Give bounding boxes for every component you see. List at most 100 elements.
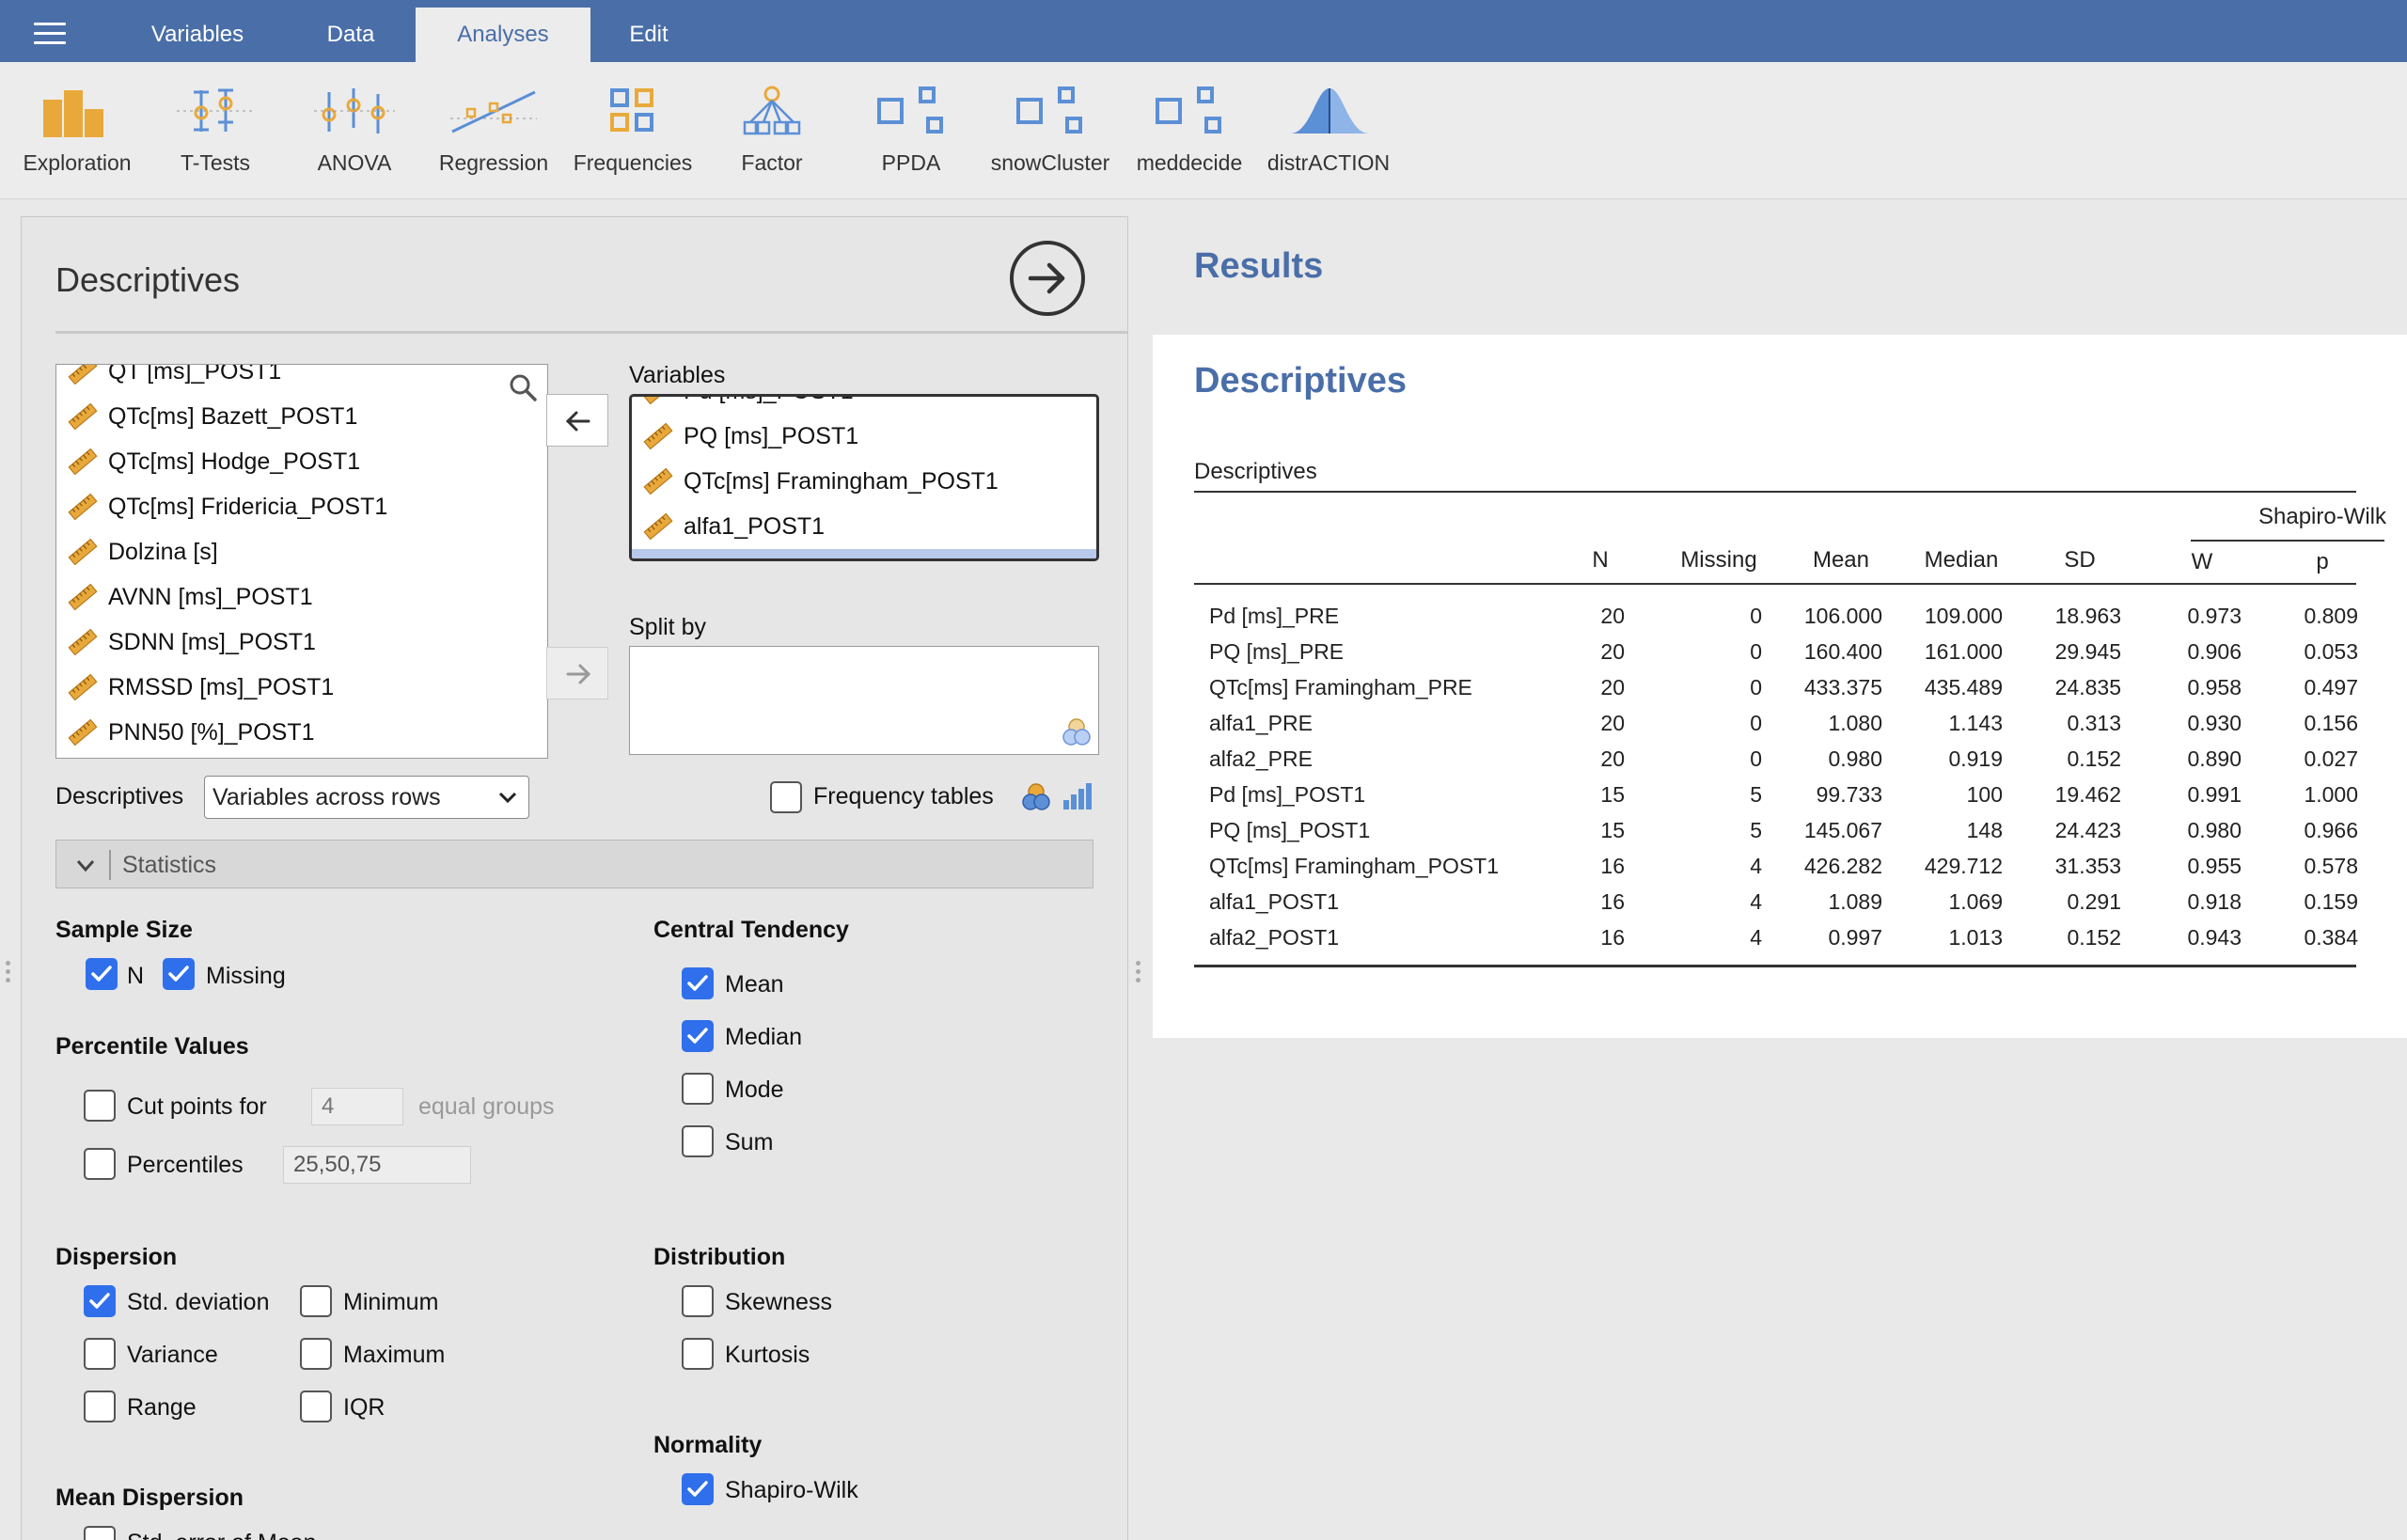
group-header-rule [2191, 540, 2384, 542]
tab-data[interactable]: Data [282, 8, 419, 62]
equal-groups-label: equal groups [418, 1093, 555, 1120]
row-label: PQ [ms]_PRE [1209, 639, 1345, 664]
table-cell: 0.159 [2304, 889, 2358, 914]
checkmark-icon [687, 1028, 708, 1044]
snowcluster-button[interactable]: snowCluster [980, 85, 1121, 179]
descriptives-layout-select[interactable]: Variables across rows [204, 776, 529, 819]
table-cell: 0.966 [2304, 818, 2358, 842]
variable-list-item[interactable]: QTc[ms] Hodge_POST1 [56, 439, 547, 484]
table-cell: 0.384 [2304, 925, 2358, 950]
table-cell: 0.809 [2304, 604, 2358, 628]
percentiles-input[interactable]: 25,50,75 [283, 1146, 471, 1184]
table-cell: 0.027 [2304, 746, 2358, 771]
std-deviation-checkbox[interactable] [84, 1285, 116, 1317]
row-label: alfa1_POST1 [1209, 889, 1340, 914]
run-analysis-button[interactable] [1010, 241, 1085, 316]
variable-name: QTc[ms] Bazett_POST1 [108, 403, 358, 430]
cut-points-checkbox[interactable] [84, 1090, 116, 1122]
search-icon[interactable] [508, 372, 538, 402]
t-tests-icon [177, 88, 254, 132]
column-header: SD [2064, 547, 2096, 573]
column-header: Missing [1680, 547, 1757, 573]
mean-checkbox[interactable] [682, 967, 714, 999]
bar-chart-icon [1063, 783, 1092, 809]
panel-title: Descriptives [55, 260, 241, 299]
checkmark-icon [687, 1481, 708, 1497]
regression-button[interactable]: Regression [423, 85, 564, 179]
t-tests-button[interactable]: T-Tests [145, 85, 286, 179]
tab-analyses[interactable]: Analyses [416, 8, 590, 62]
variable-list-item[interactable]: PQ [ms]_POST1 [632, 414, 1096, 459]
exploration-icon [43, 90, 103, 137]
mode-checkbox[interactable] [682, 1073, 714, 1105]
panel-resize-handle[interactable] [1136, 961, 1141, 986]
skewness-checkbox[interactable] [682, 1285, 714, 1317]
hamburger-menu-icon[interactable] [34, 23, 66, 47]
move-right-button[interactable] [546, 647, 608, 699]
ppda-button[interactable]: PPDA [841, 85, 982, 179]
tab-edit[interactable]: Edit [590, 8, 707, 62]
sum-checkbox[interactable] [682, 1125, 714, 1157]
iqr-checkbox[interactable] [300, 1391, 332, 1422]
variable-list-item[interactable]: PNN50 [%]_POST1 [56, 710, 547, 755]
ppda-label: PPDA [881, 150, 941, 175]
source-variables-list[interactable]: PNN50 [%]_POST1 RMSSD [ms]_POST1 SDNN [ms]… [55, 364, 548, 759]
variable-list-item[interactable]: QTc[ms] Bazett_POST1 [56, 394, 547, 439]
variable-name: AVNN [ms]_POST1 [108, 584, 313, 610]
kurtosis-checkbox[interactable] [682, 1338, 714, 1370]
exploration-button[interactable]: Exploration [7, 85, 148, 179]
statistics-section-toggle[interactable]: Statistics [55, 840, 1093, 888]
maximum-checkbox[interactable] [300, 1338, 332, 1370]
median-label: Median [725, 1024, 802, 1050]
shapiro-wilk-checkbox[interactable] [682, 1473, 714, 1505]
variable-list-item[interactable]: SDNN [ms]_POST1 [56, 620, 547, 665]
variable-list-item[interactable]: QTc[ms] Fridericia_POST1 [56, 484, 547, 529]
variable-list-item[interactable]: Dolzina [s] [56, 529, 547, 574]
percentiles-checkbox[interactable] [84, 1148, 116, 1180]
cut-points-input[interactable]: 4 [311, 1088, 403, 1125]
distribution-header: Distribution [653, 1244, 786, 1270]
factor-label: Factor [741, 150, 803, 175]
variance-checkbox[interactable] [84, 1338, 116, 1370]
variable-list-item[interactable]: AVNN [ms]_POST1 [56, 574, 547, 620]
variable-list-item[interactable]: QTc[ms] Framingham_POST1 [632, 459, 1096, 504]
frequencies-icon [610, 88, 653, 132]
frequencies-button[interactable]: Frequencies [562, 85, 703, 179]
variable-list-item[interactable]: alfa2_POST1 [632, 549, 1096, 558]
median-checkbox[interactable] [682, 1020, 714, 1052]
checkmark-icon [91, 966, 112, 982]
normality-header: Normality [653, 1432, 763, 1458]
variable-list-item[interactable]: alfa1_POST1 [632, 504, 1096, 549]
variable-list-item[interactable]: Pd [ms]_POST1 [632, 397, 1096, 414]
regression-label: Regression [438, 150, 549, 175]
n-checkbox[interactable] [86, 958, 118, 990]
minimum-checkbox[interactable] [300, 1285, 332, 1317]
row-label: PQ [ms]_POST1 [1209, 818, 1371, 842]
anova-button[interactable]: ANOVA [284, 85, 425, 179]
std-error-mean-checkbox[interactable] [84, 1526, 116, 1540]
left-resize-handle[interactable] [6, 961, 11, 986]
tab-variables[interactable]: Variables [122, 8, 273, 62]
missing-checkbox[interactable] [163, 958, 195, 990]
meddecide-button[interactable]: meddecide [1119, 85, 1260, 179]
move-left-button[interactable] [546, 394, 608, 447]
std-deviation-label: Std. deviation [127, 1289, 270, 1315]
continuous-variable-icon [68, 674, 98, 700]
row-label: Pd [ms]_PRE [1209, 604, 1340, 628]
range-checkbox[interactable] [84, 1391, 116, 1422]
results-body: Descriptives Descriptives Shapiro-Wilk N M… [1153, 335, 2407, 1038]
factor-button[interactable]: Factor [701, 85, 842, 179]
table-caption: Descriptives [1194, 459, 1317, 484]
dispersion-header: Dispersion [55, 1244, 178, 1270]
column-header: N [1592, 547, 1609, 573]
results-panel: Results Descriptives Descriptives Shapir… [1153, 216, 2407, 1540]
continuous-variable-icon [68, 448, 98, 475]
frequency-tables-checkbox[interactable] [770, 781, 802, 813]
split-by-list[interactable] [629, 646, 1099, 755]
anova-label: ANOVA [317, 150, 392, 175]
variable-list-item[interactable]: RMSSD [ms]_POST1 [56, 665, 547, 710]
distraction-button[interactable]: distrACTION [1258, 85, 1399, 179]
target-variables-list[interactable]: alfa2_POST1 alfa1_POST1 QTc[ms] Framingham… [629, 394, 1099, 561]
descriptives-mode-label: Descriptives [55, 783, 184, 809]
variable-list-item[interactable]: QT [ms]_POST1 [56, 365, 547, 394]
